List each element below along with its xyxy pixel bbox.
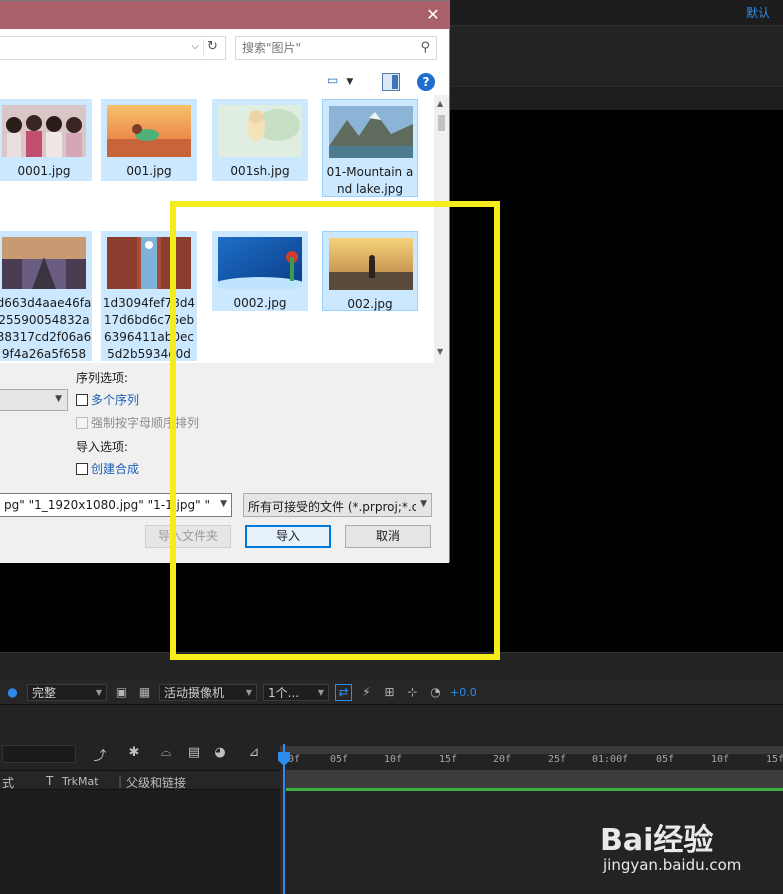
tick-label: 20f	[493, 754, 512, 765]
frame-blending-icon[interactable]: ▤	[184, 745, 204, 763]
file-name: 001.jpg	[126, 164, 172, 178]
fast-preview-icon[interactable]: ⚡	[358, 684, 375, 701]
file-item[interactable]: 01-Mountain and lake.jpg	[322, 99, 418, 197]
tick-label: 25f	[548, 754, 567, 765]
view-icon: ▭	[327, 73, 339, 87]
camera-value: 活动摄像机	[164, 685, 225, 700]
address-bar[interactable]: ⌵ ↻	[0, 36, 226, 60]
transparency-grid-icon[interactable]: ▦	[136, 684, 153, 701]
resolution-value: 完整	[32, 685, 57, 700]
file-item[interactable]: d663d4aae46fa25590054832a38317cd2f06a69f…	[0, 231, 92, 361]
comp-mini-flowchart-icon[interactable]: ⤴	[90, 745, 110, 764]
camera-dropdown[interactable]: 活动摄像机 ▼	[159, 683, 257, 701]
create-comp-checkbox[interactable]	[76, 462, 88, 475]
tick-label: 10f	[384, 754, 403, 765]
current-time-indicator[interactable]	[283, 744, 285, 894]
file-thumbnail	[329, 106, 413, 158]
baidu-jingyan-url: jingyan.baidu.com	[603, 856, 742, 874]
layer-list[interactable]	[0, 790, 280, 894]
scroll-up-icon[interactable]: ▲	[437, 99, 443, 108]
col-divider: |	[118, 774, 123, 788]
tick-label: 05f	[330, 754, 349, 765]
graph-editor-icon[interactable]: ⊿	[244, 745, 264, 763]
toggle-pixel-aspect-icon[interactable]: ⇄	[335, 683, 352, 701]
multiple-sequences-checkbox[interactable]	[76, 393, 88, 406]
dialog-titlebar[interactable]: ✕	[0, 1, 449, 29]
ae-top-bar: 默认	[450, 0, 783, 26]
chevron-down-icon: ▼	[317, 687, 324, 697]
sequence-options-heading: 序列选项:	[76, 371, 129, 385]
col-trkmat: TrkMat	[62, 775, 99, 788]
tick-label: 10f	[711, 754, 730, 765]
color-management-icon[interactable]: ●	[4, 684, 21, 701]
timeline-header	[0, 704, 783, 740]
workspace-default-tab[interactable]: 默认	[743, 4, 783, 22]
reset-exposure-icon[interactable]: ◔	[427, 684, 444, 701]
col-t: T	[46, 774, 54, 788]
shy-layers-icon[interactable]: ⌓	[156, 745, 176, 763]
search-box[interactable]: ⚲	[235, 36, 437, 60]
viewer-toolbar: ● 完整 ▼ ▣ ▦ 活动摄像机 ▼ 1个... ▼ ⇄ ⚡ ⊞ ⊹ ◔ +0.0	[0, 680, 783, 704]
comp-bar	[286, 770, 783, 788]
timeline-tools: ⤴ ✱ ⌓ ▤ ◕ ⊿	[0, 740, 280, 770]
region-of-interest-icon[interactable]: ▣	[113, 684, 130, 701]
views-value: 1个...	[268, 685, 300, 700]
timeline-search-input[interactable]	[2, 745, 76, 763]
import-options-heading: 导入选项:	[76, 440, 129, 454]
file-name: 001sh.jpg	[230, 164, 290, 178]
tick-label: 05f	[656, 754, 675, 765]
file-item[interactable]: 0001.jpg	[0, 99, 92, 181]
search-icon[interactable]: ⚲	[420, 40, 430, 55]
chevron-down-icon: ▼	[95, 687, 102, 697]
work-area-band[interactable]	[280, 746, 783, 754]
change-view-button[interactable]: ▭ ▼	[327, 73, 363, 91]
file-thumbnail	[218, 105, 302, 157]
create-comp-option[interactable]: 创建合成	[76, 460, 139, 477]
close-button[interactable]: ✕	[423, 5, 443, 25]
timeline-column-headers: 式 T TrkMat | 父级和链接	[0, 770, 280, 790]
help-button[interactable]: ?	[417, 73, 435, 91]
preview-pane-button[interactable]	[382, 73, 400, 91]
refresh-button[interactable]: ↻	[203, 39, 221, 57]
highlight-annotation-box	[170, 201, 500, 660]
resolution-dropdown[interactable]: 完整 ▼	[27, 683, 107, 701]
multiple-sequences-label[interactable]: 多个序列	[91, 391, 139, 408]
exposure-value[interactable]: +0.0	[450, 686, 477, 699]
motion-blur-icon[interactable]: ◕	[210, 745, 230, 763]
tick-label: 01:00f	[592, 754, 629, 765]
timeline-icon[interactable]: ⊞	[381, 684, 398, 701]
chevron-down-icon[interactable]: ⌵	[191, 41, 199, 52]
tick-label: 15f	[439, 754, 458, 765]
file-name: 01-Mountain and lake.jpg	[326, 165, 414, 196]
flowchart-icon[interactable]: ⊹	[404, 684, 421, 701]
multiple-sequences-option[interactable]: 多个序列	[76, 391, 139, 408]
format-dropdown[interactable]: ▼	[0, 389, 68, 411]
create-comp-label[interactable]: 创建合成	[91, 460, 139, 477]
file-item[interactable]: 001sh.jpg	[212, 99, 308, 181]
file-thumbnail	[107, 105, 191, 157]
views-dropdown[interactable]: 1个... ▼	[263, 683, 329, 701]
chevron-down-icon: ▼	[346, 77, 354, 87]
chevron-down-icon: ▼	[55, 394, 62, 404]
col-parent: 父级和链接	[126, 776, 187, 790]
tick-label: 15f	[766, 754, 783, 765]
ae-viewer-tab-strip	[450, 86, 783, 110]
baidu-jingyan-logo: Bai经验	[600, 823, 714, 858]
col-mode: 式	[2, 776, 15, 790]
file-thumbnail	[2, 105, 86, 157]
file-thumbnail	[2, 237, 86, 289]
force-alphabetical-checkbox	[76, 416, 88, 429]
chevron-down-icon: ▼	[245, 687, 252, 697]
file-name: d663d4aae46fa25590054832a38317cd2f06a69f…	[0, 296, 92, 361]
file-name: 0001.jpg	[17, 164, 71, 178]
file-item[interactable]: 001.jpg	[101, 99, 197, 181]
scroll-thumb[interactable]	[438, 115, 445, 131]
time-ruler[interactable]: 0f 05f 10f 15f 20f 25f 01:00f 05f 10f 15…	[280, 740, 783, 770]
draft-3d-icon[interactable]: ✱	[124, 745, 144, 763]
search-input[interactable]	[242, 40, 412, 56]
